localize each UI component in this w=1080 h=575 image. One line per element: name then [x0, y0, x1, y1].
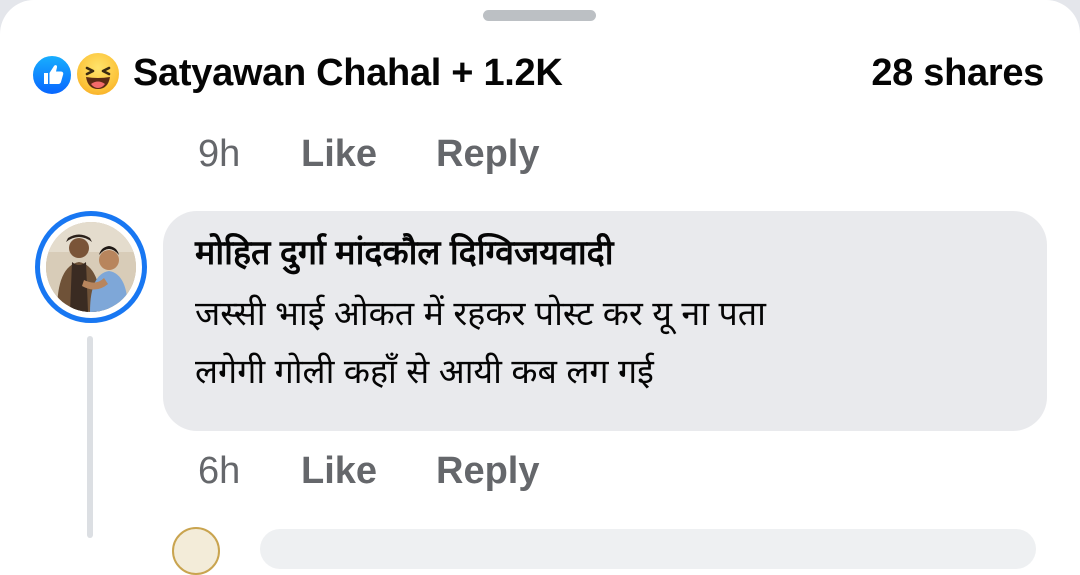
avatar-photo	[46, 222, 136, 312]
like-button[interactable]: Like	[301, 130, 377, 178]
comment-text-line-2: लगेगी गोली कहाँ से आयी कब लग गई	[195, 353, 654, 391]
reply-comment-actions: 6h Like Reply	[198, 447, 558, 495]
reactions-summary[interactable]: Satyawan Chahal + 1.2K 28 shares	[30, 46, 1050, 100]
like-icon	[30, 53, 74, 97]
comment-time: 6h	[198, 450, 241, 492]
parent-comment-actions: 9h Like Reply	[198, 130, 558, 178]
comments-sheet: Satyawan Chahal + 1.2K 28 shares 9h Like…	[0, 0, 1080, 575]
thread-line	[87, 336, 93, 538]
comment-bubble[interactable]: मोहित दुर्गा मांदकौल दिग्विजयवादी जस्सी …	[163, 211, 1047, 431]
avatar[interactable]	[35, 211, 147, 323]
reactor-names[interactable]: Satyawan Chahal + 1.2K	[133, 50, 563, 96]
drag-handle[interactable]	[483, 10, 596, 21]
next-comment-avatar[interactable]	[172, 527, 220, 575]
comment-author[interactable]: मोहित दुर्गा मांदकौल दिग्विजयवादी	[195, 229, 614, 277]
reply-button[interactable]: Reply	[436, 130, 539, 178]
comment-text: जस्सी भाई ओकत में रहकर पोस्ट कर यू ना पत…	[195, 285, 1015, 401]
like-button[interactable]: Like	[301, 447, 377, 495]
shares-count[interactable]: 28 shares	[871, 50, 1044, 96]
comment-time: 9h	[198, 133, 241, 175]
reply-button[interactable]: Reply	[436, 447, 539, 495]
comment-text-line-1: जस्सी भाई ओकत में रहकर पोस्ट कर यू ना पत…	[195, 295, 766, 333]
next-comment-bubble[interactable]	[260, 529, 1036, 569]
reaction-icons	[30, 50, 122, 98]
haha-icon	[74, 50, 122, 98]
